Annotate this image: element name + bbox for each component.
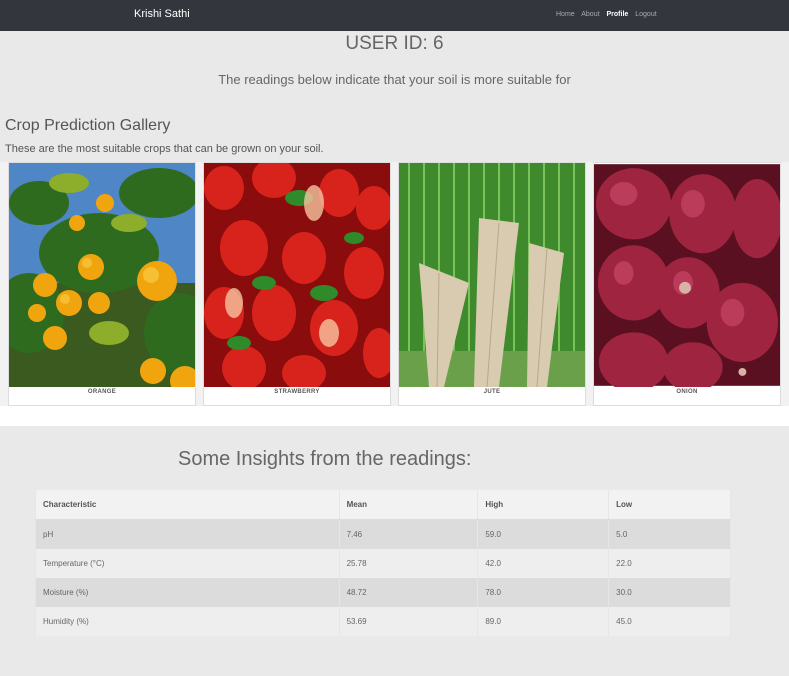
gallery-title: Crop Prediction Gallery	[5, 117, 171, 134]
table-cell: pH	[35, 519, 340, 549]
insights-table: Characteristic Mean High Low pH 7.46 59.…	[35, 490, 731, 636]
table-header-row: Characteristic Mean High Low	[35, 490, 731, 520]
table-row: pH 7.46 59.0 5.0	[35, 519, 731, 549]
nav-links: Home About Profile Logout	[556, 11, 662, 18]
top-navbar: Krishi Sathi Home About Profile Logout	[0, 0, 789, 31]
brand-logo-text[interactable]: Krishi Sathi	[134, 8, 190, 20]
nav-link-about[interactable]: About	[581, 11, 599, 18]
jute-image	[399, 163, 585, 387]
onion-image	[594, 163, 780, 387]
table-cell: 59.0	[477, 519, 610, 549]
orange-image	[9, 163, 195, 387]
nav-link-home[interactable]: Home	[556, 11, 575, 18]
column-header-low: Low	[608, 490, 731, 520]
strawberry-image	[204, 163, 390, 387]
section-divider	[0, 406, 789, 426]
table-row: Moisture (%) 48.72 78.0 30.0	[35, 578, 731, 607]
crop-caption: STRAWBERRY	[274, 389, 320, 395]
column-header-mean: Mean	[339, 490, 479, 520]
nav-link-logout[interactable]: Logout	[635, 11, 656, 18]
crop-caption: JUTE	[483, 389, 501, 395]
table-cell: 42.0	[477, 549, 610, 578]
gallery-description: These are the most suitable crops that c…	[5, 143, 324, 155]
crop-card-jute[interactable]: JUTE	[398, 162, 586, 406]
table-cell: 22.0	[608, 549, 731, 578]
user-id-heading: USER ID: 6	[345, 33, 444, 54]
table-cell: 45.0	[608, 607, 731, 636]
crop-caption: ORANGE	[87, 389, 117, 395]
column-header-high: High	[477, 490, 610, 520]
column-header-characteristic: Characteristic	[35, 490, 340, 520]
crop-card-orange[interactable]: ORANGE	[8, 162, 196, 406]
table-cell: 89.0	[477, 607, 610, 636]
table-row: Humidity (%) 53.69 89.0 45.0	[35, 607, 731, 636]
table-cell: Moisture (%)	[35, 578, 340, 607]
table-cell: 48.72	[339, 578, 479, 607]
table-cell: 7.46	[339, 519, 479, 549]
table-cell: 53.69	[339, 607, 479, 636]
suitability-text: The readings below indicate that your so…	[218, 72, 571, 87]
crop-card-strawberry[interactable]: STRAWBERRY	[203, 162, 391, 406]
crop-card-onion[interactable]: ONION	[593, 162, 781, 406]
table-cell: 25.78	[339, 549, 479, 578]
insights-title: Some Insights from the readings:	[178, 448, 472, 470]
table-cell: Temperature (°C)	[35, 549, 340, 578]
table-cell: 78.0	[477, 578, 610, 607]
table-row: Temperature (°C) 25.78 42.0 22.0	[35, 549, 731, 578]
crop-caption: ONION	[676, 389, 698, 395]
nav-link-profile[interactable]: Profile	[607, 11, 629, 18]
table-cell: 5.0	[608, 519, 731, 549]
table-cell: Humidity (%)	[35, 607, 340, 636]
table-cell: 30.0	[608, 578, 731, 607]
